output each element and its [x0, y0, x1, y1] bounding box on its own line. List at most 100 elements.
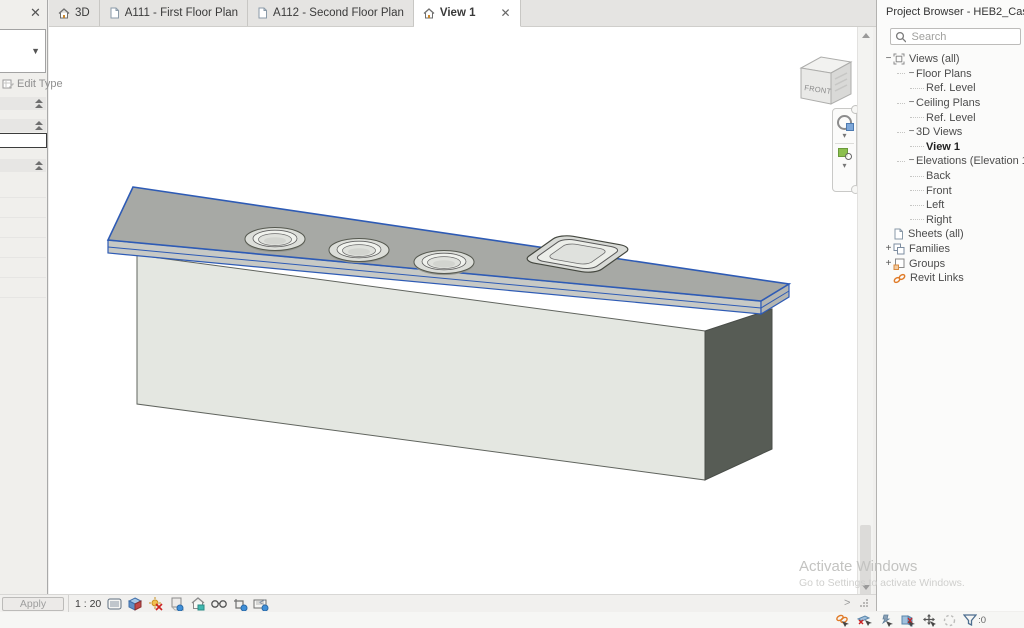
status-bar: :0 [0, 612, 1024, 628]
browser-item-view-1[interactable]: View 1 [877, 140, 1024, 155]
tab-label: 3D [75, 7, 90, 19]
select-underlay-elements-toggle-icon[interactable] [857, 614, 872, 627]
browser-item-revit-links[interactable]: Revit Links [877, 271, 1024, 286]
browser-item-families[interactable]: +Families [877, 242, 1024, 257]
tree-toggle-icon[interactable]: − [907, 127, 916, 137]
home-view-icon [58, 8, 70, 19]
drag-elements-on-selection-toggle-icon[interactable] [922, 614, 936, 627]
browser-item-front[interactable]: Front [877, 183, 1024, 198]
chevron-down-icon: ▼ [31, 46, 40, 56]
home-view-icon [423, 8, 435, 19]
tree-item-label: 3D Views [916, 126, 962, 138]
project-browser-tree: −Views (all)−Floor PlansRef. Level−Ceili… [877, 52, 1024, 286]
tree-item-label: Right [926, 214, 952, 226]
navigation-bar: ▾ ▾ [832, 108, 857, 192]
chevron-down-icon[interactable]: ▾ [833, 161, 856, 170]
sheet-icon [109, 7, 120, 19]
tab-close-icon[interactable]: ✕ [500, 6, 510, 20]
apply-button[interactable]: Apply [2, 597, 64, 611]
tab-a111-first-floor-plan[interactable]: A111 - First Floor Plan [100, 0, 248, 26]
browser-item-right[interactable]: Right [877, 213, 1024, 228]
browser-item-left[interactable]: Left [877, 198, 1024, 213]
vertical-scrollbar[interactable] [857, 27, 873, 596]
tree-item-label: Left [926, 199, 944, 211]
groups-icon [893, 258, 905, 270]
tab-a112-second-floor-plan[interactable]: A112 - Second Floor Plan [248, 0, 414, 26]
tree-item-label: Views (all) [909, 53, 960, 65]
browser-item-back[interactable]: Back [877, 169, 1024, 184]
filter-button[interactable]: :0 [963, 614, 986, 626]
scroll-right-icon[interactable]: > [844, 597, 850, 609]
crop-view-icon[interactable] [232, 597, 248, 612]
project-browser-panel: Project Browser - HEB2_Casework... −View… [876, 0, 1024, 611]
tree-toggle-icon[interactable]: − [884, 54, 893, 64]
tree-toggle-icon[interactable]: + [884, 259, 893, 269]
collapse-section-icon[interactable] [34, 120, 43, 131]
tab-label: A112 - Second Floor Plan [273, 7, 404, 19]
tab-3d[interactable]: 3D [49, 0, 100, 26]
drawing-area[interactable]: FRONT ▾ ▾ [49, 27, 857, 596]
resize-grip-icon[interactable] [860, 599, 870, 609]
properties-close-icon[interactable]: ✕ [30, 5, 41, 21]
tree-item-label: Groups [909, 258, 945, 270]
zoom-tool-icon[interactable] [838, 147, 852, 160]
tree-item-label: Ceiling Plans [916, 97, 980, 109]
browser-item-floor-plans[interactable]: −Floor Plans [877, 67, 1024, 82]
sun-path-off-icon[interactable] [148, 597, 164, 612]
scroll-up-icon[interactable] [862, 33, 870, 38]
select-links-toggle-icon[interactable] [835, 614, 850, 627]
edit-type-button[interactable]: Edit Type [2, 78, 63, 90]
round-sink-hole[interactable] [245, 228, 305, 253]
search-input[interactable] [910, 30, 1016, 44]
browser-item-elevations-elevation-1[interactable]: −Elevations (Elevation 1) [877, 154, 1024, 169]
temporary-hide-isolate-icon[interactable] [211, 597, 227, 612]
collapse-view-control-bar-icon[interactable]: < [259, 597, 265, 609]
browser-item-views-all[interactable]: − Views (all) [877, 52, 1024, 67]
collapse-section-icon[interactable] [34, 160, 43, 171]
type-selector-dropdown[interactable]: ▼ [0, 29, 46, 73]
browser-item-ref-level[interactable]: Ref. Level [877, 81, 1024, 96]
tab-label: View 1 [440, 7, 476, 19]
tab-label: A111 - First Floor Plan [125, 7, 238, 19]
tree-toggle-icon[interactable]: − [907, 98, 916, 108]
divider [835, 143, 854, 144]
viewcube[interactable]: FRONT [801, 57, 851, 104]
browser-item-3d-views[interactable]: −3D Views [877, 125, 1024, 140]
round-sink-hole[interactable] [329, 239, 389, 264]
tree-item-label: Elevations (Elevation 1) [916, 155, 1024, 167]
browser-item-ref-level[interactable]: Ref. Level [877, 110, 1024, 125]
steering-wheel-icon[interactable] [837, 115, 852, 130]
section-header[interactable] [0, 119, 46, 132]
sheet-icon [893, 228, 904, 240]
selection-progress-icon [943, 614, 956, 627]
section-header[interactable] [0, 97, 46, 110]
tree-toggle-icon[interactable]: − [907, 69, 916, 79]
browser-item-sheets-all[interactable]: Sheets (all) [877, 227, 1024, 242]
project-browser-title: Project Browser - HEB2_Casework... [886, 6, 1024, 18]
shadows-off-icon[interactable] [169, 597, 185, 612]
detail-level-icon[interactable] [106, 597, 122, 612]
tree-item-label: View 1 [926, 141, 960, 153]
tree-item-label: Front [926, 185, 952, 197]
browser-item-ceiling-plans[interactable]: −Ceiling Plans [877, 96, 1024, 111]
round-sink-hole[interactable] [414, 251, 474, 276]
tree-item-label: Revit Links [910, 272, 964, 284]
search-box[interactable] [890, 28, 1021, 45]
select-elements-by-face-toggle-icon[interactable] [900, 614, 915, 627]
browser-item-groups[interactable]: + Groups [877, 256, 1024, 271]
view-scale-button[interactable]: 1 : 20 [75, 598, 101, 610]
scroll-down-icon[interactable] [862, 585, 870, 590]
visual-style-icon[interactable] [127, 597, 143, 612]
tree-toggle-icon[interactable]: + [884, 244, 893, 254]
tree-toggle-icon[interactable]: − [907, 156, 916, 166]
select-pinned-elements-toggle-icon[interactable] [879, 614, 893, 627]
tab-view-1[interactable]: View 1 ✕ [414, 0, 521, 27]
casework-3d-model[interactable]: FRONT [49, 27, 857, 596]
chevron-down-icon[interactable]: ▾ [833, 131, 856, 140]
properties-panel: ✕ ▼ Edit Type [0, 0, 48, 594]
property-value-field[interactable] [0, 133, 47, 148]
edit-type-label: Edit Type [17, 78, 63, 90]
rendering-dialog-icon[interactable] [190, 597, 206, 612]
section-header[interactable] [0, 159, 46, 172]
collapse-section-icon[interactable] [34, 98, 43, 109]
